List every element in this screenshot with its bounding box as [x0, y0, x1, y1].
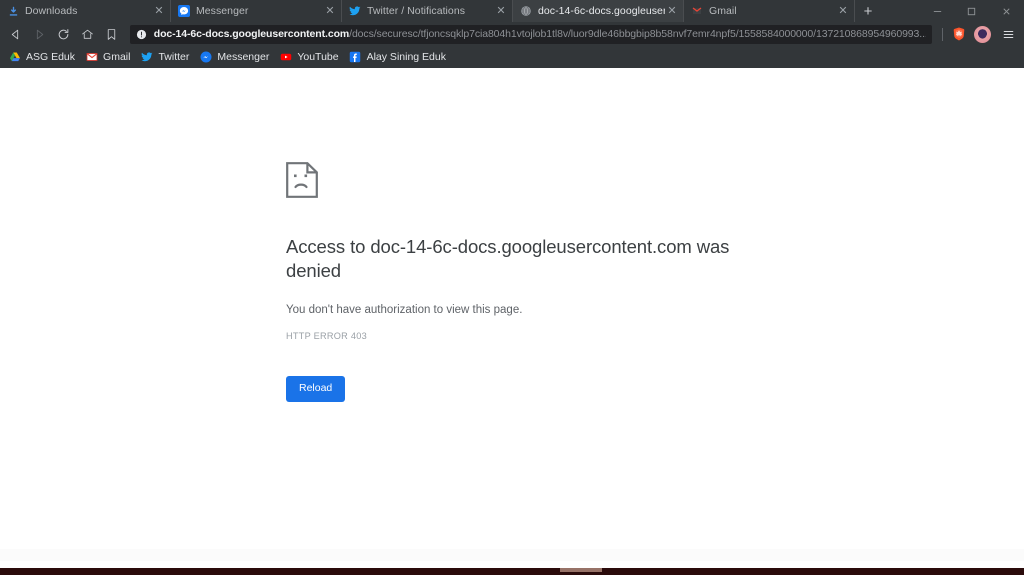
taskbar-highlight [560, 568, 602, 572]
bookmark-youtube[interactable]: YouTube [277, 48, 344, 66]
hamburger-menu-icon[interactable] [999, 25, 1017, 43]
profile-avatar[interactable] [974, 25, 992, 43]
bookmark-label: YouTube [297, 51, 339, 63]
tabstrip-spacer [881, 0, 920, 22]
facebook-icon [349, 51, 362, 64]
bookmark-asg-eduk[interactable]: ASG Eduk [6, 48, 81, 66]
bookmark-messenger[interactable]: Messenger [197, 48, 275, 66]
maximize-icon[interactable] [955, 0, 990, 22]
tab-close-button[interactable]: ✕ [836, 4, 850, 18]
address-bar[interactable]: doc-14-6c-docs.googleusercontent.com/doc… [129, 24, 933, 44]
tab-title: Messenger [196, 5, 249, 17]
tab-close-button[interactable]: ✕ [323, 4, 337, 18]
twitter-icon [349, 5, 361, 17]
tab-close-button[interactable]: ✕ [152, 4, 166, 18]
bookmark-twitter[interactable]: Twitter [138, 48, 195, 66]
bookmark-alay-sining-eduk[interactable]: Alay Sining Eduk [347, 48, 452, 66]
bookmark-label: Gmail [103, 51, 131, 63]
globe-icon [520, 5, 532, 17]
new-tab-button[interactable]: + [855, 0, 881, 22]
bookmark-label: ASG Eduk [26, 51, 76, 63]
messenger-icon [199, 51, 212, 64]
browser-window: Downloads ✕ Messenger ✕ Twitter / Notifi… [0, 0, 1024, 575]
forward-icon[interactable] [28, 23, 52, 45]
tab-close-button[interactable]: ✕ [665, 4, 679, 18]
page-content: Access to doc-14-6c-docs.googleuserconte… [0, 70, 1024, 568]
bookmark-label: Messenger [217, 51, 270, 63]
tab-title: Downloads [25, 5, 78, 17]
minimize-icon[interactable] [920, 0, 955, 22]
close-icon[interactable] [989, 0, 1024, 22]
bookmark-label: Alay Sining Eduk [366, 51, 446, 63]
browser-chrome: Downloads ✕ Messenger ✕ Twitter / Notifi… [0, 0, 1024, 68]
page-bottom-edge [0, 549, 1024, 561]
tab-googleusercontent[interactable]: doc-14-6c-docs.googleusercont ✕ [513, 0, 684, 22]
tab-strip: Downloads ✕ Messenger ✕ Twitter / Notifi… [0, 0, 1024, 22]
tab-title: Twitter / Notifications [367, 5, 466, 17]
url-text: doc-14-6c-docs.googleusercontent.com/doc… [154, 28, 926, 40]
tab-close-button[interactable]: ✕ [494, 4, 508, 18]
error-body: You don't have authorization to view thi… [286, 303, 523, 316]
taskbar-sliver [0, 568, 1024, 575]
brave-shield-icon[interactable] [950, 26, 967, 43]
bookmark-gmail[interactable]: Gmail [83, 48, 136, 66]
gmail-icon [691, 5, 703, 17]
twitter-icon [140, 51, 153, 64]
bookmarks-bar: ASG Eduk Gmail Twitter Messenger YouTube… [0, 46, 1024, 68]
reload-button[interactable]: Reload [286, 376, 346, 402]
bookmark-label: Twitter [158, 51, 190, 63]
tab-twitter[interactable]: Twitter / Notifications ✕ [342, 0, 513, 22]
google-drive-icon [8, 51, 21, 64]
toolbar-divider [942, 27, 944, 41]
window-controls [920, 0, 1024, 22]
error-code: HTTP ERROR 403 [286, 331, 367, 342]
browser-toolbar: doc-14-6c-docs.googleusercontent.com/doc… [0, 22, 1024, 46]
url-host: doc-14-6c-docs.googleusercontent.com [153, 28, 350, 40]
tab-messenger[interactable]: Messenger ✕ [171, 0, 342, 22]
bookmark-icon[interactable] [100, 23, 124, 45]
back-icon[interactable] [4, 23, 28, 45]
tab-title: Gmail [709, 5, 737, 17]
url-path: /docs/securesc/tfjoncsqklp7cia804h1vtojl… [349, 28, 927, 40]
download-icon [7, 5, 19, 17]
sad-document-icon [286, 162, 318, 198]
error-container: Access to doc-14-6c-docs.googleuserconte… [286, 162, 766, 402]
tab-title: doc-14-6c-docs.googleusercont [538, 5, 665, 17]
not-secure-info-icon[interactable] [136, 29, 147, 40]
home-icon[interactable] [76, 23, 100, 45]
tab-downloads[interactable]: Downloads ✕ [0, 0, 171, 22]
gmail-icon [85, 51, 98, 64]
messenger-icon [178, 5, 190, 17]
youtube-icon [279, 51, 292, 64]
error-title: Access to doc-14-6c-docs.googleuserconte… [286, 236, 730, 282]
reload-icon[interactable] [52, 23, 76, 45]
tab-gmail[interactable]: Gmail ✕ [684, 0, 855, 22]
